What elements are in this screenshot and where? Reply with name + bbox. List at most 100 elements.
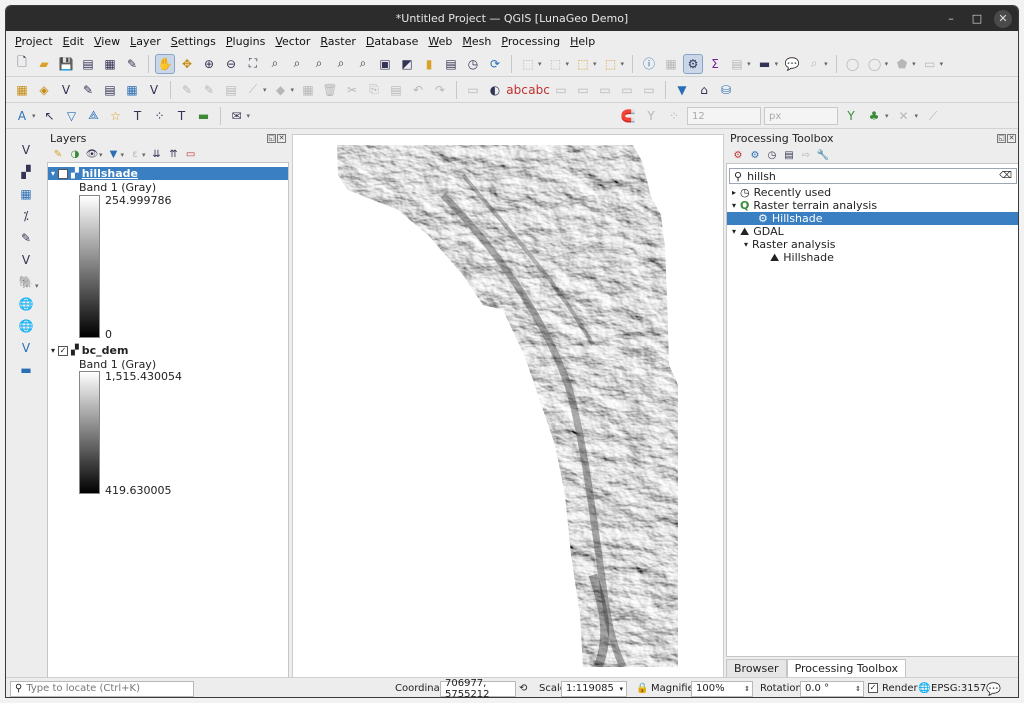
add-group-icon[interactable]: ◑	[67, 147, 83, 163]
plugin-manager-icon[interactable]: ▼	[672, 80, 692, 100]
digitize-polygon-icon[interactable]: ▽	[62, 106, 82, 126]
results-viewer-icon[interactable]: ▤	[781, 148, 797, 164]
collapse-arrow-icon[interactable]: ▾	[732, 201, 736, 210]
search-input[interactable]: hillsh	[747, 170, 776, 183]
magnifier-spinbox[interactable]: 100% ⇕	[691, 680, 753, 697]
tree-hillshade-gdal[interactable]: ⛰ Hillshade	[727, 251, 1018, 265]
add-vector-icon[interactable]: V	[56, 80, 76, 100]
scripts-icon[interactable]: ⚙	[747, 148, 763, 164]
map-canvas[interactable]	[292, 134, 724, 679]
paste-features-icon[interactable]: ▤	[386, 80, 406, 100]
save-project-icon[interactable]: 💾	[56, 54, 76, 74]
zoom-in-icon[interactable]: ⊕	[199, 54, 219, 74]
menu-project[interactable]: Project	[10, 35, 58, 48]
intersection-icon[interactable]: ✕	[894, 106, 914, 126]
add-vector-layer-icon[interactable]: V	[14, 140, 38, 160]
menu-vector[interactable]: Vector	[270, 35, 315, 48]
show-bookmarks-icon[interactable]: ▤	[441, 54, 461, 74]
add-point-cloud-icon[interactable]: ⁒	[14, 206, 38, 226]
filter-legend-icon[interactable]: ▼	[106, 147, 122, 163]
snap-unit-select[interactable]: px	[764, 107, 838, 125]
label-tool-icon[interactable]: ▭	[463, 80, 483, 100]
crs-button[interactable]: EPSG:3157	[931, 683, 986, 694]
tracing-icon[interactable]: ⟋	[923, 106, 943, 126]
zoom-out-icon[interactable]: ⊖	[221, 54, 241, 74]
zoom-layer-icon[interactable]: ⌕	[287, 54, 307, 74]
new-project-icon[interactable]: 🗋	[12, 54, 32, 74]
snap-type-icon[interactable]: ⁘	[664, 106, 684, 126]
add-mesh-layer-icon[interactable]: ▦	[14, 184, 38, 204]
select-features-icon[interactable]: ⬚	[518, 54, 538, 74]
label-layer-icon[interactable]: A	[12, 106, 32, 126]
bookmark-icon[interactable]: ▮	[419, 54, 439, 74]
collapse-arrow-icon[interactable]: ▾	[732, 227, 736, 236]
float-panel-button[interactable]: ◱	[997, 134, 1006, 143]
filter-expression-icon[interactable]: ε	[127, 147, 143, 163]
tree-recently-used[interactable]: ▸ ◷ Recently used	[727, 186, 1018, 199]
snap-tolerance-input[interactable]: 12	[687, 107, 761, 125]
shape3-icon[interactable]: ▭	[920, 54, 940, 74]
save-edits-icon[interactable]: ▤	[221, 80, 241, 100]
add-delimited-text-icon[interactable]: ✎	[14, 228, 38, 248]
zoom-next-icon[interactable]: ⌕	[353, 54, 373, 74]
add-delimited-icon[interactable]: ✎	[78, 80, 98, 100]
delete-selected-icon[interactable]: 🗑	[320, 80, 340, 100]
menu-help[interactable]: Help	[565, 35, 600, 48]
add-dots-icon[interactable]: ⁘	[150, 106, 170, 126]
minimize-button[interactable]: –	[942, 10, 960, 28]
menu-web[interactable]: Web	[423, 35, 457, 48]
pan-to-selection-icon[interactable]: ✥	[177, 54, 197, 74]
menu-raster[interactable]: Raster	[315, 35, 360, 48]
statistical-summary-icon[interactable]: Σ	[705, 54, 725, 74]
tab-processing-toolbox[interactable]: Processing Toolbox	[786, 659, 907, 679]
add-wfs-icon[interactable]: 🌐	[14, 316, 38, 336]
add-feature-icon[interactable]: ⟋	[243, 80, 263, 100]
zoom-selection-icon[interactable]: ⌕	[265, 54, 285, 74]
processing-search[interactable]: ⚲ hillsh ⌫	[729, 168, 1017, 184]
copy-features-icon[interactable]: ⎘	[364, 80, 384, 100]
calculator-icon[interactable]: ▤	[727, 54, 747, 74]
annotation-icon[interactable]: ✉	[227, 106, 247, 126]
identify-icon[interactable]: ⓘ	[639, 54, 659, 74]
add-virtual-icon[interactable]: V	[144, 80, 164, 100]
remove-layer-icon[interactable]: ▭	[183, 147, 199, 163]
tree-raster-terrain[interactable]: ▾ Q Raster terrain analysis	[727, 199, 1018, 212]
show-label-icon[interactable]: ▭	[573, 80, 593, 100]
expand-all-icon[interactable]: ⇊	[149, 147, 165, 163]
tab-browser[interactable]: Browser	[726, 659, 787, 679]
rotation-spinbox[interactable]: 0.0 ° ⇕	[800, 680, 864, 697]
locate-search-box[interactable]: ⚲ Type to locate (Ctrl+K)	[10, 680, 194, 697]
scale-select[interactable]: 1:119085 ▾	[561, 680, 627, 697]
toggle-editing-icon[interactable]: ✎	[199, 80, 219, 100]
menu-view[interactable]: View	[89, 35, 125, 48]
layout-manager-icon[interactable]: ▦	[100, 54, 120, 74]
zoom-full-icon[interactable]: ⛶	[243, 54, 263, 74]
lock-scale-icon[interactable]: 🔒	[636, 683, 648, 694]
menu-processing[interactable]: Processing	[496, 35, 565, 48]
edit-features-icon[interactable]: ⇨	[798, 148, 814, 164]
collapse-arrow-icon[interactable]: ▾	[744, 240, 748, 249]
collapse-all-icon[interactable]: ⇈	[166, 147, 182, 163]
modify-attributes-icon[interactable]: ▦	[298, 80, 318, 100]
messages-icon[interactable]: 💬	[986, 682, 1001, 696]
menu-plugins[interactable]: Plugins	[221, 35, 270, 48]
models-icon[interactable]: ⚙	[730, 148, 746, 164]
layer-row-hillshade[interactable]: ▾ ✓ ▞ hillshade	[48, 167, 288, 180]
clear-search-icon[interactable]: ⌫	[999, 171, 1012, 181]
collapse-arrow-icon[interactable]: ▾	[51, 346, 55, 355]
add-raster-icon[interactable]: ▦	[122, 80, 142, 100]
style-manager-icon[interactable]: ✎	[122, 54, 142, 74]
new-print-layout-icon[interactable]: ▤	[78, 54, 98, 74]
select-location-icon[interactable]: ⬚	[601, 54, 621, 74]
refresh-icon[interactable]: ⟳	[485, 54, 505, 74]
pan-map-icon[interactable]: ✋	[155, 53, 175, 74]
digitize-icon[interactable]: ◯	[843, 54, 863, 74]
diagram-icon[interactable]: ◐	[485, 80, 505, 100]
add-picture-icon[interactable]: ▬	[194, 106, 214, 126]
add-text-icon[interactable]: T	[128, 106, 148, 126]
close-panel-button[interactable]: ✕	[1007, 134, 1016, 143]
new-map-view-icon[interactable]: ▣	[375, 54, 395, 74]
db-manager-icon[interactable]: ⛁	[716, 80, 736, 100]
cut-features-icon[interactable]: ✂	[342, 80, 362, 100]
options-icon[interactable]: 🔧	[815, 148, 831, 164]
